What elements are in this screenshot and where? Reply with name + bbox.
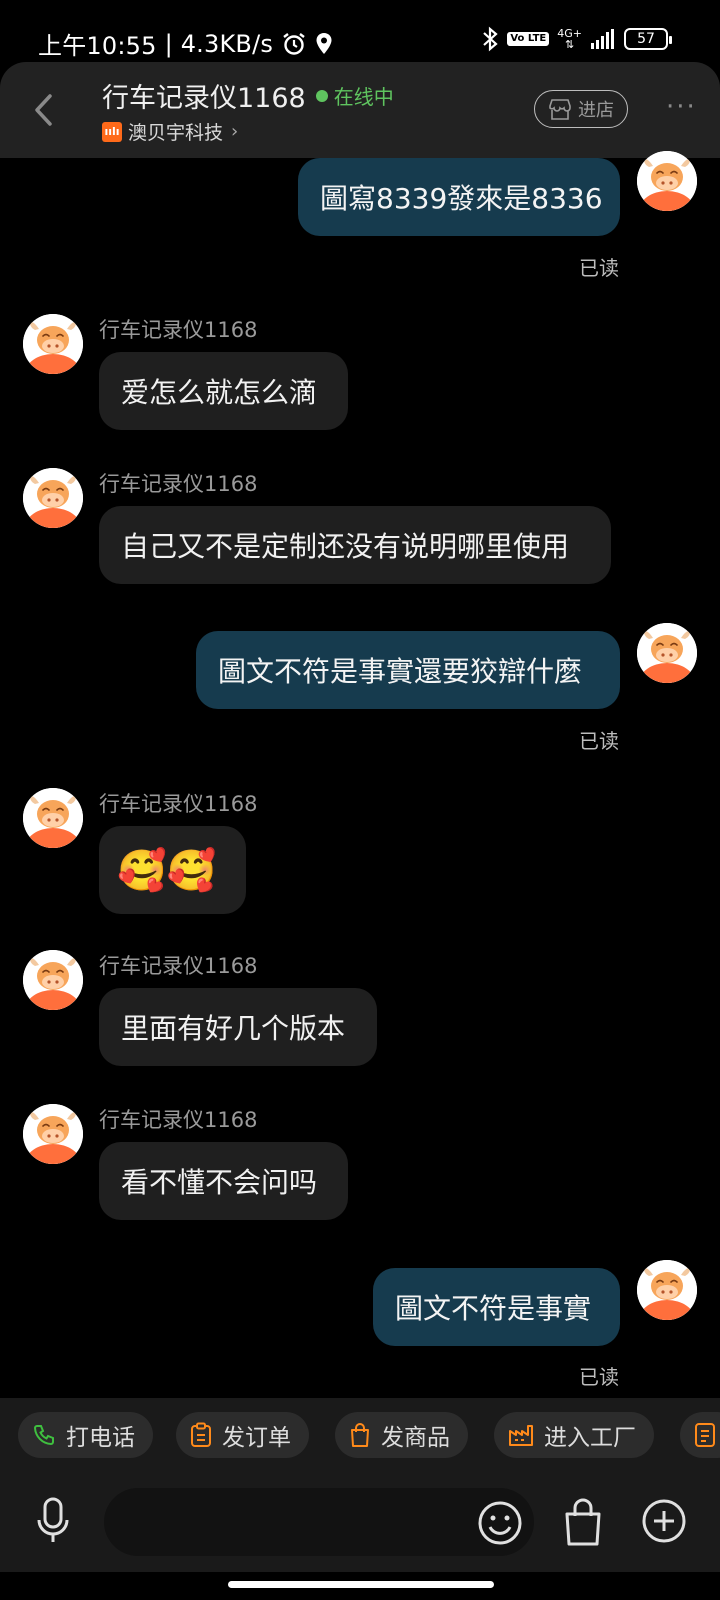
message-text: 自己又不是定制还没有说明哪里使用 bbox=[121, 530, 570, 563]
bluetooth-icon bbox=[481, 26, 499, 52]
read-receipt: 已读 bbox=[579, 729, 619, 753]
message-bubble-incoming[interactable]: 看不懂不会问吗 bbox=[99, 1142, 348, 1220]
my-avatar[interactable] bbox=[637, 623, 697, 683]
document-icon bbox=[695, 1423, 715, 1447]
cow-avatar-icon bbox=[23, 1104, 83, 1164]
store-label: 进店 bbox=[578, 100, 614, 121]
sender-name: 行车记录仪1168 bbox=[99, 954, 258, 978]
chip-label: 进入工厂 bbox=[544, 1425, 636, 1451]
message-input[interactable] bbox=[104, 1488, 534, 1556]
alarm-icon bbox=[281, 31, 307, 57]
company-logo: ıılı bbox=[102, 121, 122, 142]
quick-actions-bar: 打电话 发订单 发商品 进入工厂 bbox=[0, 1398, 720, 1470]
sender-name: 行车记录仪1168 bbox=[99, 318, 258, 342]
chevron-left-icon bbox=[35, 94, 52, 126]
back-button[interactable] bbox=[30, 90, 58, 130]
message-bubble-outgoing[interactable]: 圖寫8339發來是8336 bbox=[298, 158, 620, 236]
status-time: 上午10:55 bbox=[38, 32, 157, 60]
online-dot-icon bbox=[315, 89, 328, 102]
voice-input-button[interactable] bbox=[34, 1496, 72, 1550]
my-avatar[interactable] bbox=[637, 151, 697, 211]
title-row[interactable]: 行车记录仪1168 在线中 bbox=[102, 76, 394, 115]
cow-avatar-icon bbox=[23, 314, 83, 374]
status-speed: | 4.3KB/s bbox=[164, 29, 274, 58]
call-chip[interactable]: 打电话 bbox=[18, 1412, 153, 1458]
message-text: 里面有好几个版本 bbox=[121, 1012, 346, 1045]
cow-avatar-icon bbox=[23, 788, 83, 848]
cow-avatar-icon bbox=[23, 950, 83, 1010]
send-order-chip[interactable]: 发订单 bbox=[176, 1412, 309, 1458]
chevron-right-icon: › bbox=[231, 121, 239, 142]
message-text: 圖文不符是事實 bbox=[395, 1292, 592, 1325]
signal-icon bbox=[590, 28, 616, 50]
store-icon bbox=[549, 99, 571, 120]
message-bubble-incoming[interactable]: 自己又不是定制还没有说明哪里使用 bbox=[99, 506, 611, 584]
status-left: 上午10:55 | 4.3KB/s bbox=[38, 26, 333, 61]
my-avatar[interactable] bbox=[637, 1260, 697, 1320]
cow-avatar-icon bbox=[637, 623, 697, 683]
message-bubble-incoming[interactable]: 爱怎么就怎么滴 bbox=[99, 352, 348, 430]
message-bubble-incoming[interactable]: 里面有好几个版本 bbox=[99, 988, 377, 1066]
microphone-icon bbox=[37, 1497, 69, 1542]
emoji-button[interactable] bbox=[477, 1500, 523, 1550]
read-receipt: 已读 bbox=[579, 256, 619, 280]
smiley-icon bbox=[478, 1501, 522, 1545]
sender-name: 行车记录仪1168 bbox=[99, 792, 258, 816]
clipboard-icon bbox=[191, 1422, 211, 1447]
chip-label: 发商品 bbox=[381, 1425, 450, 1451]
emoji-message: 🥰🥰 bbox=[117, 847, 217, 894]
company-link[interactable]: ıılı 澳贝宇科技 › bbox=[102, 118, 238, 145]
input-bar bbox=[0, 1470, 720, 1572]
battery-icon: 57 bbox=[624, 28, 672, 50]
message-bubble-incoming[interactable]: 🥰🥰 bbox=[99, 826, 246, 914]
cow-avatar-icon bbox=[637, 1260, 697, 1320]
status-bar: 上午10:55 | 4.3KB/s Vo LTE 4G+ ⇅ 57 bbox=[0, 0, 720, 66]
more-functions-button[interactable] bbox=[641, 1498, 687, 1548]
message-text: 圖文不符是事實還要狡辯什麼 bbox=[218, 655, 583, 688]
phone-icon bbox=[33, 1425, 54, 1446]
message-bubble-outgoing[interactable]: 圖文不符是事實 bbox=[373, 1268, 620, 1346]
sender-name: 行车记录仪1168 bbox=[99, 1108, 258, 1132]
send-product-chip[interactable]: 发商品 bbox=[335, 1412, 468, 1458]
contact-avatar[interactable] bbox=[23, 950, 83, 1010]
network-type: 4G+ ⇅ bbox=[557, 27, 582, 51]
status-right: Vo LTE 4G+ ⇅ 57 bbox=[481, 26, 672, 52]
read-receipt: 已读 bbox=[579, 1365, 619, 1389]
contact-name: 行车记录仪1168 bbox=[102, 83, 306, 114]
contact-avatar[interactable] bbox=[23, 314, 83, 374]
cow-avatar-icon bbox=[23, 468, 83, 528]
shopping-bag-icon bbox=[351, 1423, 369, 1447]
more-chip[interactable] bbox=[680, 1412, 720, 1458]
home-indicator[interactable] bbox=[228, 1581, 494, 1588]
message-text: 圖寫8339發來是8336 bbox=[320, 182, 603, 215]
chat-header: 行车记录仪1168 在线中 ıılı 澳贝宇科技 › 进店 ··· bbox=[0, 62, 720, 158]
enter-factory-chip[interactable]: 进入工厂 bbox=[494, 1412, 654, 1458]
contact-avatar[interactable] bbox=[23, 468, 83, 528]
more-options-icon[interactable]: ··· bbox=[666, 92, 697, 122]
factory-icon bbox=[509, 1425, 533, 1446]
company-name: 澳贝宇科技 bbox=[128, 122, 224, 144]
chip-label: 打电话 bbox=[66, 1425, 135, 1451]
message-text: 爱怎么就怎么滴 bbox=[121, 376, 318, 409]
contact-avatar[interactable] bbox=[23, 1104, 83, 1164]
message-bubble-outgoing[interactable]: 圖文不符是事實還要狡辯什麼 bbox=[196, 631, 620, 709]
sender-name: 行车记录仪1168 bbox=[99, 472, 258, 496]
message-text: 看不懂不会问吗 bbox=[121, 1166, 318, 1199]
shopping-bag-button[interactable] bbox=[563, 1498, 603, 1550]
location-icon bbox=[315, 32, 333, 56]
plus-circle-icon bbox=[642, 1499, 686, 1543]
shopping-bag-icon bbox=[565, 1498, 601, 1546]
online-status: 在线中 bbox=[333, 85, 394, 109]
enter-store-button[interactable]: 进店 bbox=[534, 90, 628, 128]
chip-label: 发订单 bbox=[222, 1425, 291, 1451]
contact-avatar[interactable] bbox=[23, 788, 83, 848]
cow-avatar-icon bbox=[637, 151, 697, 211]
volte-badge: Vo LTE bbox=[507, 32, 550, 46]
